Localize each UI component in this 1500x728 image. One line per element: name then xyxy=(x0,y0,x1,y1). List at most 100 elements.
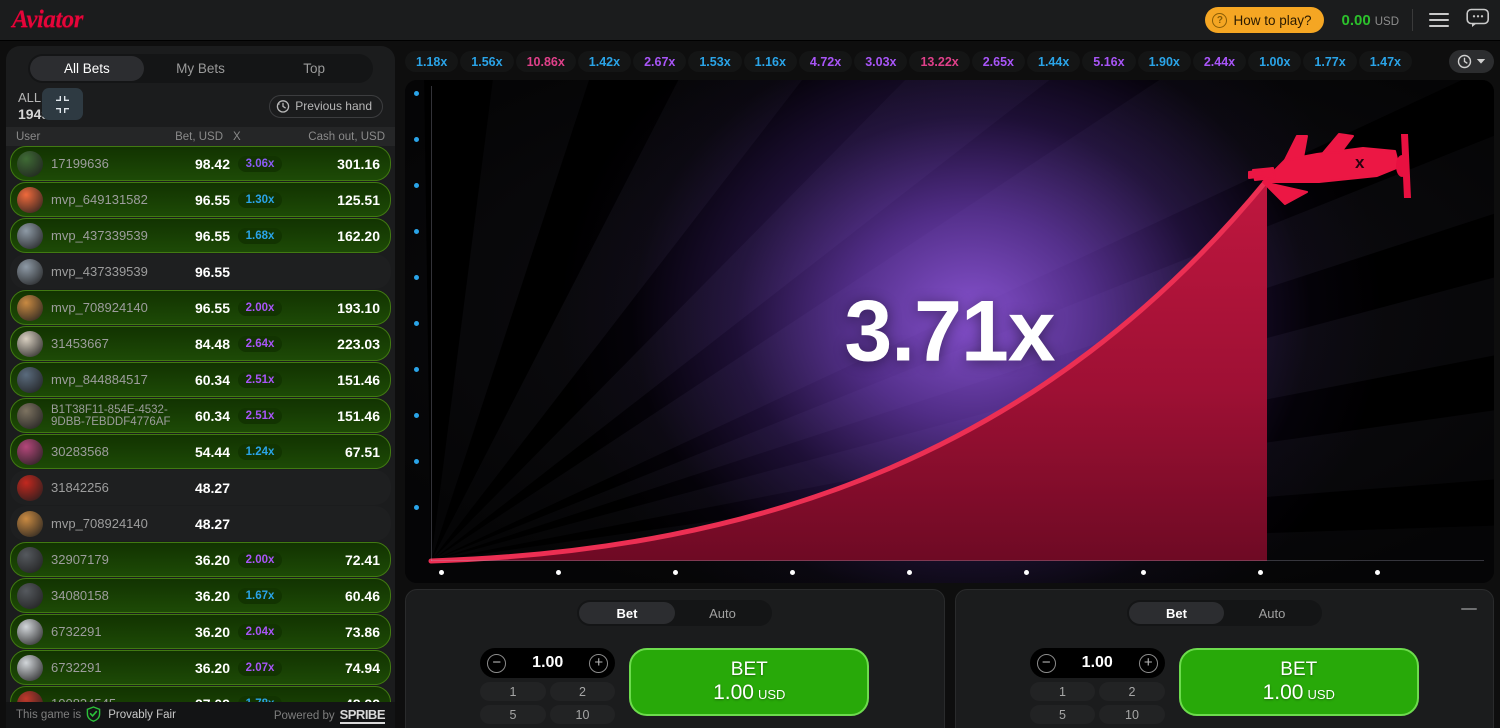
table-row[interactable]: B1T38F11-854E-4532-9DBB-7EBDDF4776AF 60.3… xyxy=(10,398,391,433)
history-clock-icon xyxy=(1457,54,1472,69)
column-cashout: Cash out, USD xyxy=(308,130,385,143)
bet-username: 6732291 xyxy=(51,660,102,675)
collapse-fullscreen-icon[interactable] xyxy=(42,88,83,120)
tab-top[interactable]: Top xyxy=(257,56,371,81)
minimize-icon[interactable] xyxy=(1461,608,1477,610)
x-axis-tick xyxy=(907,570,912,575)
quick-amount-button[interactable]: 5 xyxy=(1029,705,1096,724)
minus-circle-icon[interactable]: − xyxy=(487,653,507,673)
app-header: Aviator ? How to play? 0.00 USD xyxy=(0,0,1500,41)
bet-username: B1T38F11-854E-4532-9DBB-7EBDDF4776AF xyxy=(51,403,171,428)
history-chip[interactable]: 2.65x xyxy=(971,51,1025,72)
mode-tab-auto[interactable]: Auto xyxy=(1224,602,1320,624)
history-chip[interactable]: 10.86x xyxy=(515,51,576,72)
history-chip[interactable]: 4.72x xyxy=(798,51,853,72)
history-chip[interactable]: 1.42x xyxy=(577,51,632,72)
bet-amount: 36.20 xyxy=(194,551,230,568)
stake-value[interactable]: 1.00 xyxy=(532,654,563,672)
table-row[interactable]: mvp_708924140 96.55 2.00x 193.10 xyxy=(10,290,391,325)
multiplier-badge: 2.07x xyxy=(237,659,283,676)
bet-button[interactable]: BET 1.00 USD xyxy=(1178,648,1419,716)
quick-amount-button[interactable]: 1 xyxy=(1029,682,1096,701)
bet-button-currency: USD xyxy=(1307,687,1335,702)
quick-amount-button[interactable]: 1 xyxy=(480,682,546,701)
table-row[interactable]: mvp_437339539 96.55 1.68x 162.20 xyxy=(10,218,391,253)
table-row[interactable]: mvp_844884517 60.34 2.51x 151.46 xyxy=(10,362,391,397)
table-row[interactable]: 30283568 54.44 1.24x 67.51 xyxy=(10,434,391,469)
history-chip[interactable]: 5.16x xyxy=(1082,51,1136,72)
bet-username: mvp_844884517 xyxy=(51,372,148,387)
multiplier-badge: 3.06x xyxy=(237,155,283,172)
history-chip[interactable]: 1.56x xyxy=(460,51,514,72)
history-chip[interactable]: 1.16x xyxy=(743,51,797,72)
svg-text:x: x xyxy=(1355,153,1365,172)
quick-amount-button[interactable]: 5 xyxy=(480,705,546,724)
history-chip[interactable]: 1.77x xyxy=(1303,51,1357,72)
table-row[interactable]: 32907179 36.20 2.00x 72.41 xyxy=(10,542,391,577)
table-row[interactable]: mvp_708924140 48.27 xyxy=(10,506,391,541)
history-chip[interactable]: 2.44x xyxy=(1192,51,1247,72)
bet-amount: 54.44 xyxy=(194,443,230,460)
game-canvas: 3.71x x xyxy=(405,80,1494,583)
history-chip[interactable]: 1.47x xyxy=(1358,51,1412,72)
chat-bubble-icon[interactable] xyxy=(1466,8,1490,33)
table-row[interactable]: 34080158 36.20 1.67x 60.46 xyxy=(10,578,391,613)
y-axis-tick xyxy=(414,459,419,464)
plus-circle-icon[interactable]: + xyxy=(589,653,609,673)
history-chip[interactable]: 1.00x xyxy=(1248,51,1302,72)
history-chip[interactable]: 1.44x xyxy=(1027,51,1081,72)
avatar xyxy=(17,690,43,702)
avatar xyxy=(17,618,43,645)
quick-amount-grid: 1 2 5 10 xyxy=(1029,682,1165,724)
table-row[interactable]: 6732291 36.20 2.04x 73.86 xyxy=(10,614,391,649)
mode-tab-bet[interactable]: Bet xyxy=(579,602,675,624)
minus-circle-icon[interactable]: − xyxy=(1036,653,1056,673)
table-row[interactable]: 31453667 84.48 2.64x 223.03 xyxy=(10,326,391,361)
cashout-amount: 74.94 xyxy=(344,659,380,676)
x-axis-tick xyxy=(556,570,561,575)
quick-amount-button[interactable]: 2 xyxy=(549,682,616,701)
plus-circle-icon[interactable]: + xyxy=(1138,653,1158,673)
bet-amount: 98.42 xyxy=(194,155,230,172)
cashout-amount: 73.86 xyxy=(344,623,380,640)
x-axis-tick xyxy=(1141,570,1146,575)
history-toggle-button[interactable] xyxy=(1449,50,1494,73)
quick-amount-button[interactable]: 10 xyxy=(1099,705,1165,724)
bets-list[interactable]: 17199636 98.42 3.06x 301.16 mvp_649131582 96.… xyxy=(6,146,395,702)
bet-multiplier-cell: 2.04x xyxy=(230,623,290,640)
history-chip[interactable]: 13.22x xyxy=(909,51,970,72)
table-row[interactable]: 6732291 36.20 2.07x 74.94 xyxy=(10,650,391,685)
quick-amount-button[interactable]: 10 xyxy=(549,705,616,724)
x-axis-tick xyxy=(1258,570,1263,575)
avatar xyxy=(17,258,43,285)
balance-display: 0.00 USD xyxy=(1342,12,1399,29)
provably-fair-label[interactable]: Provably Fair xyxy=(108,709,176,721)
balance-currency: USD xyxy=(1374,15,1399,28)
hamburger-menu-icon[interactable] xyxy=(1426,8,1452,32)
table-row[interactable]: 31842256 48.27 xyxy=(10,470,391,505)
mode-tab-bet[interactable]: Bet xyxy=(1128,602,1225,624)
table-row[interactable]: mvp_437339539 96.55 xyxy=(10,254,391,289)
bet-multiplier-cell: 2.07x xyxy=(230,659,290,676)
mode-tab-auto[interactable]: Auto xyxy=(675,602,771,624)
history-chip[interactable]: 1.18x xyxy=(405,51,459,72)
stake-controls: − 1.00 +1 2 5 10 xyxy=(1029,648,1165,724)
history-chip[interactable]: 1.53x xyxy=(688,51,742,72)
history-chip[interactable]: 1.90x xyxy=(1137,51,1191,72)
stake-value[interactable]: 1.00 xyxy=(1082,654,1113,672)
y-axis-tick xyxy=(414,137,419,142)
tab-my-bets[interactable]: My Bets xyxy=(144,56,258,81)
history-chip[interactable]: 2.67x xyxy=(633,51,687,72)
table-row[interactable]: mvp_649131582 96.55 1.30x 125.51 xyxy=(10,182,391,217)
quick-amount-button[interactable]: 2 xyxy=(1099,682,1165,701)
table-row[interactable]: 17199636 98.42 3.06x 301.16 xyxy=(10,146,391,181)
previous-hand-button[interactable]: Previous hand xyxy=(269,94,383,118)
how-to-play-button[interactable]: ? How to play? xyxy=(1205,7,1324,33)
cashout-amount: 67.51 xyxy=(344,443,380,460)
history-chip[interactable]: 3.03x xyxy=(854,51,908,72)
bet-button[interactable]: BET 1.00 USD xyxy=(629,648,870,716)
x-axis xyxy=(431,560,1484,561)
bet-amount: 96.55 xyxy=(194,191,230,208)
tab-all-bets[interactable]: All Bets xyxy=(30,56,144,81)
table-row[interactable]: 10083454527.09 1.78x 48.22 xyxy=(10,686,391,702)
